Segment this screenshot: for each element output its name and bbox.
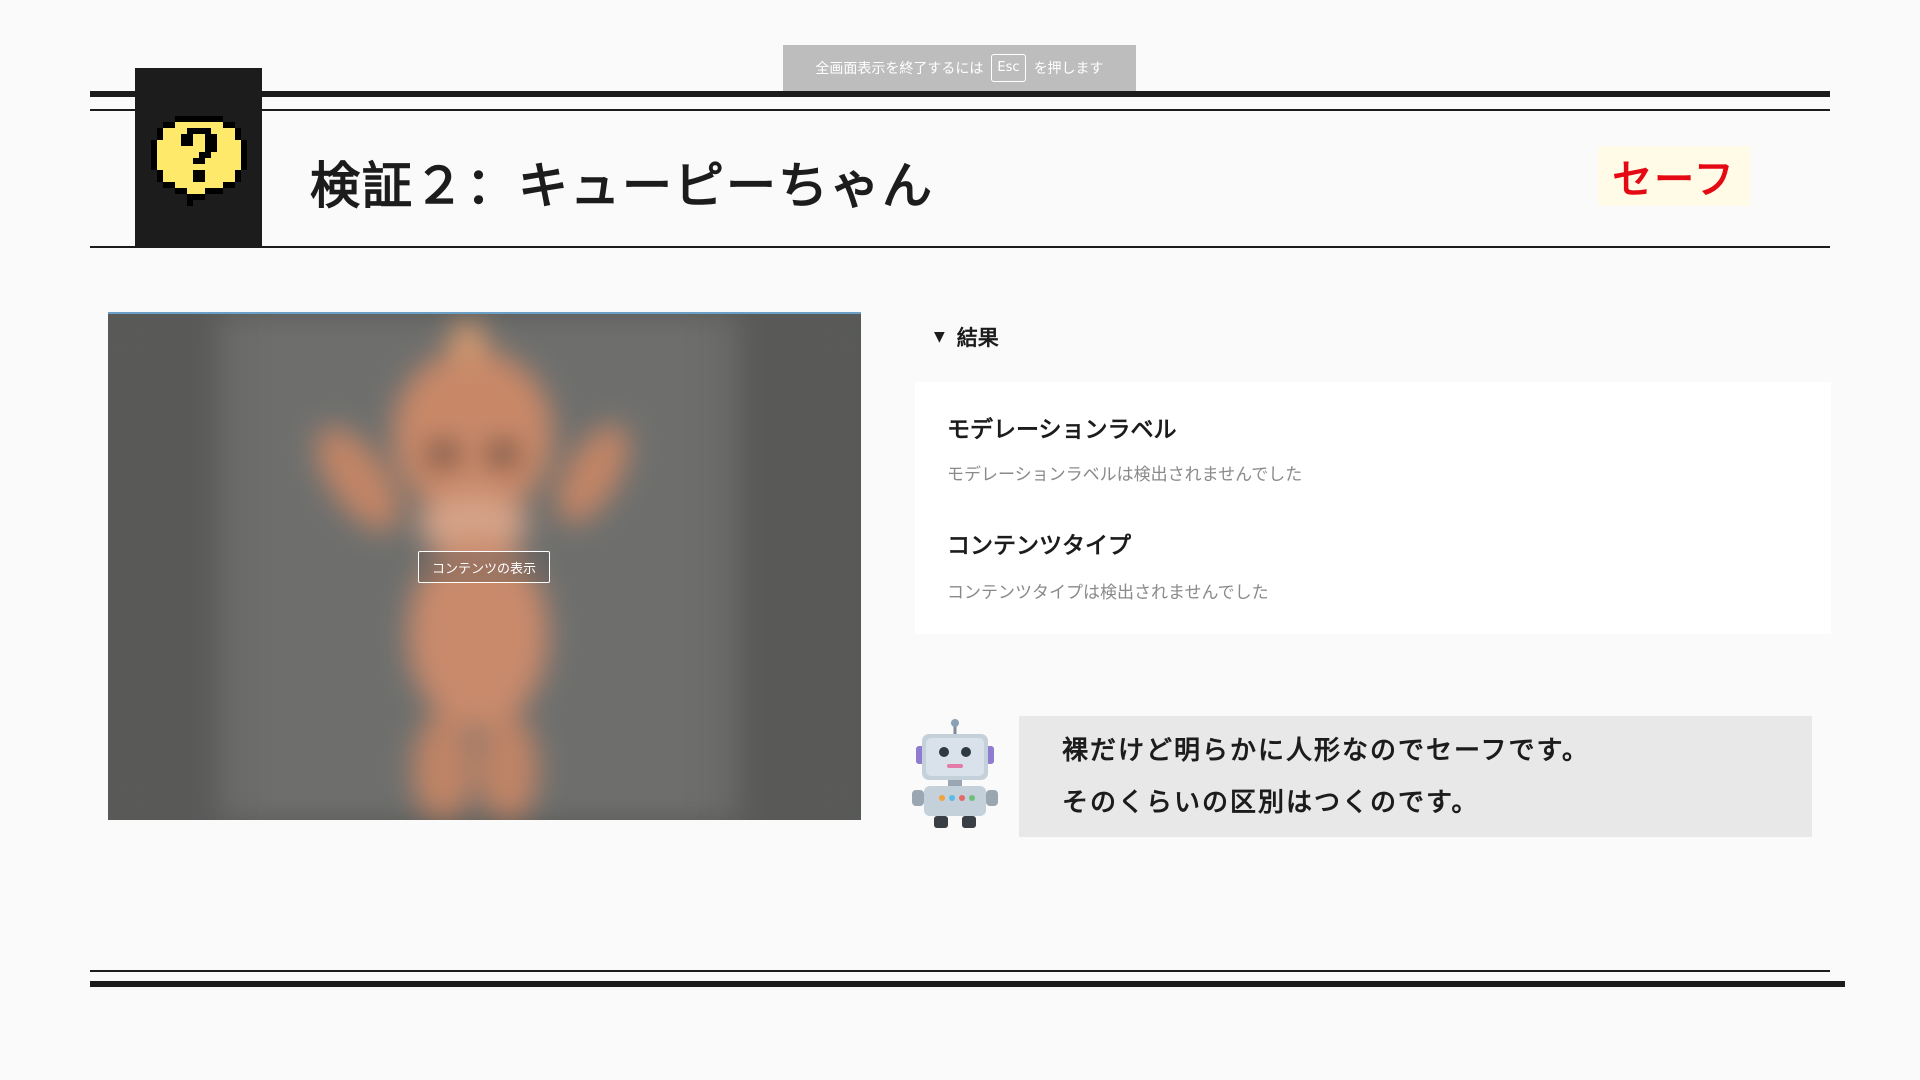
show-content-button[interactable]: コンテンツの表示 [418, 551, 550, 583]
blurred-image-panel: コンテンツの表示 [108, 312, 861, 820]
triangle-down-icon: ▼ [934, 329, 945, 345]
fullscreen-exit-notice: 全画面表示を終了するには Esc を押します [783, 45, 1136, 91]
header-rule-bottom [90, 246, 1830, 248]
content-type-heading: コンテンツタイプ [947, 533, 1131, 559]
footer-rule-thin [90, 970, 1830, 972]
esc-key-hint: Esc [991, 54, 1026, 82]
header-rule-thick [90, 91, 1830, 97]
page-title: 検証２：キューピーちゃん [310, 157, 934, 215]
fullscreen-notice-text-after: を押します [1033, 61, 1104, 77]
moderation-labels-text: モデレーションラベルは検出されませんでした [947, 465, 1303, 485]
results-toggle-label: 結果 [956, 326, 999, 350]
results-disclosure-toggle[interactable]: ▼ 結果 [934, 322, 999, 352]
content-type-text: コンテンツタイプは検出されませんでした [947, 583, 1269, 603]
results-card: モデレーションラベル モデレーションラベルは検出されませんでした コンテンツタイ… [915, 382, 1831, 634]
moderation-labels-heading: モデレーションラベル [947, 417, 1177, 443]
comment-line-1: 裸だけど明らかに人形なのでセーフです。 [1062, 736, 1590, 766]
header-rule-thin [90, 109, 1830, 111]
safe-verdict-badge: セーフ [1598, 146, 1750, 206]
robot-icon [912, 718, 998, 830]
fullscreen-notice-text-before: 全画面表示を終了するには [815, 61, 984, 77]
question-bubble-icon [135, 68, 262, 248]
comment-line-2: そのくらいの区別はつくのです。 [1062, 788, 1480, 818]
robot-comment-bubble: 裸だけど明らかに人形なのでセーフです。 そのくらいの区別はつくのです。 [1019, 716, 1812, 837]
footer-rule-thick [90, 981, 1845, 987]
